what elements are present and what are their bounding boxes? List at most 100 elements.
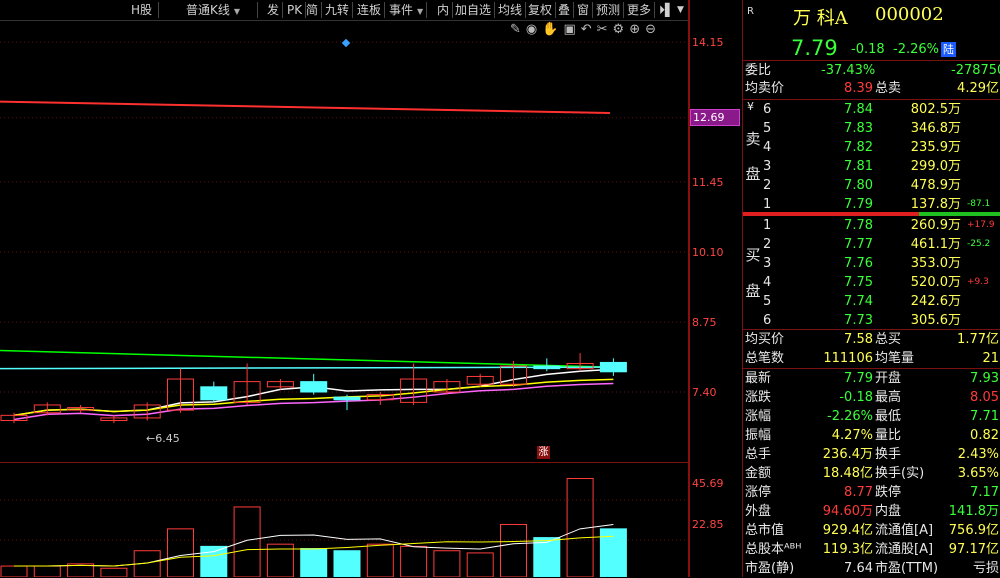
stat-label: 总手 (745, 447, 772, 462)
toolbar-nine-turn[interactable]: 九转 (322, 2, 354, 18)
stat-value: 141.8万 (948, 504, 999, 519)
price-tick: 8.75 (692, 316, 717, 329)
toolbar-inner[interactable]: 内 (434, 2, 454, 18)
level-number: 3 (763, 256, 772, 271)
buy-level-row[interactable]: 3 7.76 353.0万 (743, 254, 1000, 273)
toolbar-more[interactable]: 更多 (624, 2, 656, 18)
stat-row: 涨停 8.77 跌停 7.17 (743, 483, 1000, 502)
volume-bar (33, 565, 61, 577)
stat-value: 119.3亿 (822, 542, 873, 557)
toolbar-simple[interactable]: 简 (303, 2, 323, 18)
level-number: 6 (763, 102, 772, 117)
toolbar-menu-icon[interactable]: ▼ (674, 2, 687, 18)
price-tick: 10.10 (692, 246, 724, 259)
total-buy-value: 1.77亿 (957, 332, 999, 347)
total-buy-label: 总买 (875, 332, 902, 347)
toolbar-fa[interactable]: 发 (264, 2, 284, 18)
stat-value: 8.05 (970, 390, 999, 405)
stat-value: 7.93 (970, 371, 999, 386)
level-delta: -25.2 (967, 239, 991, 249)
last-price: 7.79 (791, 36, 838, 60)
level-number: 3 (763, 159, 772, 174)
level-price: 7.82 (844, 140, 873, 155)
sell-level-row[interactable]: 2 7.80 478.9万 (743, 176, 1000, 195)
buy-level-row[interactable]: 2 7.77 461.1万 -25.2 (743, 235, 1000, 254)
stat-label: 总市值 (745, 523, 785, 538)
stat-value: 236.4万 (822, 447, 873, 462)
avg-buy-label: 均买价 (745, 332, 785, 347)
volume-bar (333, 550, 361, 577)
toolbar-forecast[interactable]: 预测 (593, 2, 625, 18)
stat-value: 7.71 (970, 409, 999, 424)
level-number: 5 (763, 121, 772, 136)
current-price-marker: 12.69 (690, 109, 740, 126)
stat-value: 4.27% (831, 428, 873, 443)
stat-value: 亏损 (972, 561, 999, 576)
toolbar-events-dropdown[interactable]: 事件 (386, 2, 428, 18)
volume-bar (433, 550, 461, 577)
stat-label: 最新 (745, 371, 772, 386)
toolbar-adjust[interactable]: 复权 (525, 2, 557, 18)
stat-row: 市盈(静) 7.64 市盈(TTM) 亏损 (743, 559, 1000, 578)
level-number: 4 (763, 140, 772, 155)
stat-label: 外盘 (745, 504, 772, 519)
stat-label: 涨停 (745, 485, 772, 500)
toolbar-overlay[interactable]: 叠 (555, 2, 575, 18)
candle-body (333, 396, 361, 401)
stat-row: 外盘 94.60万 内盘 141.8万 (743, 502, 1000, 521)
avg-trade-label: 均笔量 (875, 351, 915, 366)
toolbar-add-watchlist[interactable]: 加自选 (452, 2, 496, 18)
sell-level-row[interactable]: 4 7.82 235.9万 (743, 138, 1000, 157)
toolbar-ma[interactable]: 均线 (495, 2, 527, 18)
kline-type-dropdown[interactable]: 普通K线 (158, 2, 258, 18)
weibi-label: 委比 (745, 63, 772, 78)
stat-label: 总股本ᴬᴮᴴ (745, 542, 802, 557)
buy-level-row[interactable]: 6 7.73 305.6万 (743, 311, 1000, 330)
stat-value: 0.82 (970, 428, 999, 443)
candle-body (533, 365, 561, 370)
candle-body (200, 386, 228, 401)
level-number: 5 (763, 294, 772, 309)
sell-level-row[interactable]: 6 7.84 802.5万 (743, 100, 1000, 119)
ma60-line (0, 349, 611, 368)
level-volume: 520.0万 (910, 275, 961, 290)
stat-label: 跌停 (875, 485, 902, 500)
stat-row: 总手 236.4万 换手 2.43% (743, 445, 1000, 464)
stat-label: 换手(实) (875, 466, 925, 481)
level-volume: 242.6万 (910, 294, 961, 309)
kline-chart[interactable] (0, 22, 690, 577)
stat-value: 3.65% (957, 466, 999, 481)
level-number: 6 (763, 313, 772, 328)
level-number: 2 (763, 178, 772, 193)
level-price: 7.80 (844, 178, 873, 193)
stat-label: 内盘 (875, 504, 902, 519)
stat-value: -2.26% (827, 409, 873, 424)
avg-sell-value: 8.39 (844, 81, 873, 96)
buy-level-row[interactable]: 5 7.74 242.6万 (743, 292, 1000, 311)
stat-row: 振幅 4.27% 量比 0.82 (743, 426, 1000, 445)
toolbar-limit-up-streak[interactable]: 连板 (354, 2, 386, 18)
level-number: 2 (763, 237, 772, 252)
weicha-value: -278750 (951, 63, 1000, 78)
axis-divider (688, 0, 690, 577)
stat-label: 金额 (745, 466, 772, 481)
total-trades-label: 总笔数 (745, 351, 785, 366)
sell-level-row[interactable]: 3 7.81 299.0万 (743, 157, 1000, 176)
volume-bar (500, 523, 527, 577)
buy-level-row[interactable]: 4 7.75 520.0万 +9.3 (743, 273, 1000, 292)
stat-value: -0.18 (839, 390, 873, 405)
sell-level-row[interactable]: 5 7.83 346.8万 (743, 119, 1000, 138)
volume-tick: 22.85 (692, 518, 724, 531)
toolbar-h-shares[interactable]: H股 (128, 2, 159, 18)
stat-label: 流通值[A] (875, 523, 934, 538)
toolbar-window[interactable]: 窗 (574, 2, 594, 18)
stat-label: 换手 (875, 447, 902, 462)
low-price-marker: ←6.45 (146, 432, 180, 445)
level-volume: 346.8万 (910, 121, 961, 136)
buy-level-row[interactable]: 1 7.78 260.9万 +17.9 (743, 216, 1000, 235)
volume-bar (599, 528, 627, 577)
stat-label: 涨幅 (745, 409, 772, 424)
level-delta: +9.3 (967, 277, 989, 287)
volume-bars (0, 478, 627, 577)
stat-value: 97.17亿 (948, 542, 999, 557)
